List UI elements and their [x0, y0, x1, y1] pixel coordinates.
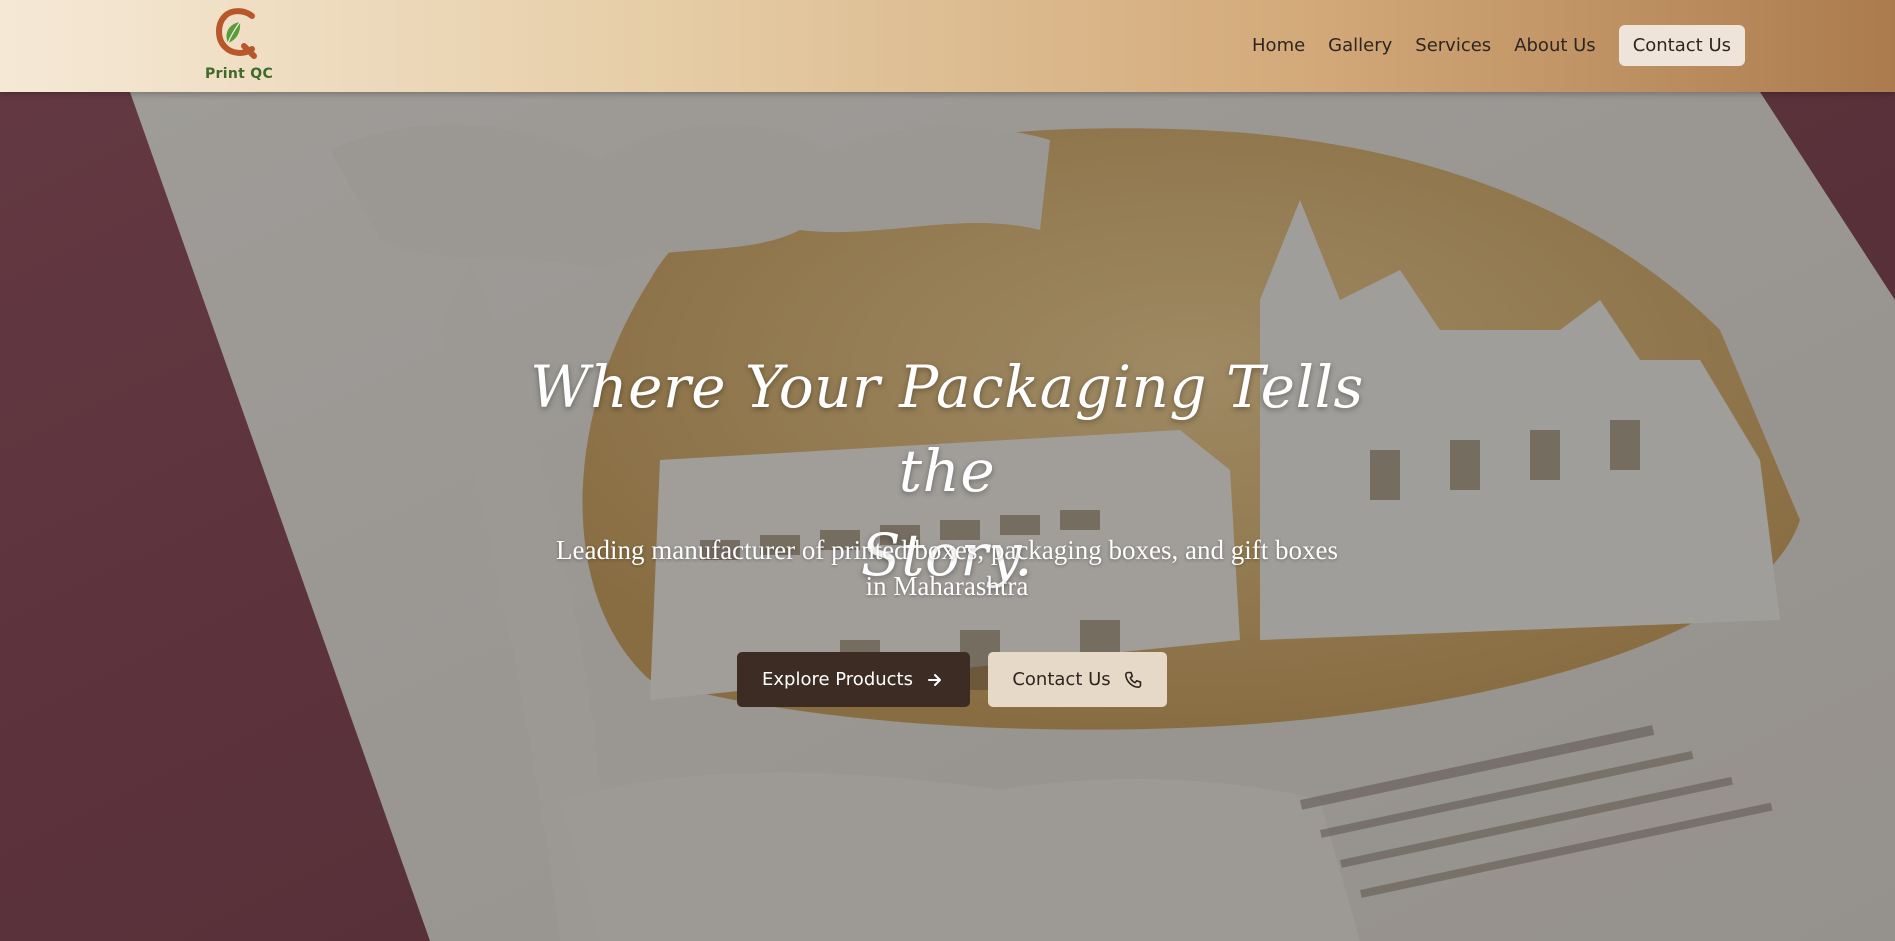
nav-gallery[interactable]: Gallery — [1328, 35, 1392, 56]
nav-links: Home Gallery Services About Us Contact U… — [1229, 25, 1745, 66]
nav-home[interactable]: Home — [1252, 35, 1305, 56]
nav-services[interactable]: Services — [1415, 35, 1491, 56]
print-qc-logo[interactable]: Print QC — [198, 6, 280, 86]
nav-contact-button[interactable]: Contact Us — [1618, 25, 1745, 66]
hero-subheading-line1: Leading manufacturer of printed boxes, p… — [556, 535, 1338, 565]
hero-subheading-line2: in Maharashtra — [865, 571, 1029, 601]
contact-us-label: Contact Us — [1012, 669, 1111, 690]
nav-about-us[interactable]: About Us — [1514, 35, 1596, 56]
explore-products-label: Explore Products — [762, 669, 913, 690]
hero-subheading: Leading manufacturer of printed boxes, p… — [497, 532, 1397, 604]
contact-us-button[interactable]: Contact Us — [988, 652, 1167, 707]
phone-icon — [1124, 671, 1141, 688]
arrow-right-icon — [928, 673, 941, 686]
logo-icon — [216, 8, 257, 59]
navbar: Print QC Home Gallery Services About Us … — [0, 0, 1895, 92]
logo-text: Print QC — [204, 66, 274, 82]
hero-headline-line1: Where Your Packaging Tells the — [530, 353, 1364, 505]
explore-products-button[interactable]: Explore Products — [737, 652, 970, 707]
